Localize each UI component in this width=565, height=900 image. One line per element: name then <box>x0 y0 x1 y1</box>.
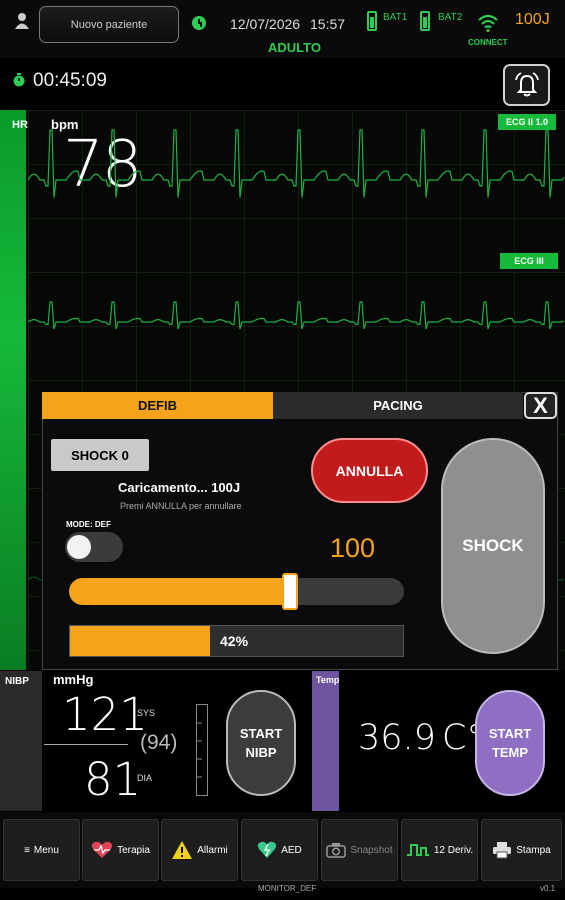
nibp-divider <box>44 744 128 745</box>
energy-slider-fill <box>69 578 291 605</box>
shock-count-badge: SHOCK 0 <box>51 439 149 471</box>
wave-icon <box>406 844 429 856</box>
nibp-unit: mmHg <box>53 672 94 687</box>
camera-icon <box>326 843 347 858</box>
battery-1-icon <box>367 11 377 31</box>
tab-pacing[interactable]: PACING <box>273 392 523 419</box>
snapshot-button[interactable]: Snapshot <box>321 819 398 881</box>
tab-defib[interactable]: DEFIB <box>42 392 273 419</box>
menu-icon: ≡ <box>24 844 30 856</box>
menu-button[interactable]: ≡ Menu <box>3 819 80 881</box>
heart-aed-icon <box>258 841 277 858</box>
12-leads-label: 12 Deriv. <box>433 844 474 856</box>
connect-label[interactable]: CONNECT <box>468 38 508 47</box>
ecg-trace-lead-2 <box>28 301 565 330</box>
new-patient-button[interactable]: Nuovo paziente <box>39 6 179 43</box>
temperature-number: 36.9 <box>358 718 436 758</box>
hr-strip <box>0 110 26 670</box>
warning-icon <box>172 841 193 859</box>
aed-button[interactable]: AED <box>241 819 318 881</box>
mean-pressure-value: (94) <box>140 731 178 754</box>
hr-label: HR <box>12 119 28 131</box>
systolic-label: SYS <box>137 708 156 718</box>
temp-strip <box>312 671 339 811</box>
bell-icon <box>514 72 539 97</box>
mode-toggle-knob[interactable] <box>67 535 91 559</box>
stopwatch-icon <box>13 73 25 87</box>
printer-icon <box>493 842 512 859</box>
battery-2-icon <box>420 11 430 31</box>
energy-value: 100 <box>330 533 376 563</box>
close-panel-button[interactable]: X <box>524 392 557 419</box>
footer-label: MONITOR_DEF <box>258 884 317 893</box>
terapia-button[interactable]: Terapia <box>82 819 159 881</box>
stampa-label: Stampa <box>516 844 551 856</box>
time-display: 15:57 <box>310 16 346 32</box>
snapshot-label: Snapshot <box>350 844 393 856</box>
systolic-value: 121 <box>62 688 148 741</box>
heart-pulse-icon <box>91 841 113 858</box>
temp-label: Temp <box>316 675 340 685</box>
start-temp-button[interactable]: START TEMP <box>475 690 545 796</box>
temperature-value: 36.9 C° <box>358 718 484 758</box>
ecg-trace-lead-1 <box>28 129 565 198</box>
date-display: 12/07/2026 <box>230 16 301 32</box>
user-icon <box>15 13 29 29</box>
diastolic-label: DIA <box>137 773 153 783</box>
stampa-button[interactable]: Stampa <box>481 819 562 881</box>
nibp-gauge <box>196 704 208 796</box>
charge-progress-fill <box>70 626 210 656</box>
nibp-strip <box>0 671 42 811</box>
diastolic-value: 81 <box>84 753 142 806</box>
patient-mode: ADULTO <box>268 40 321 55</box>
nibp-label: NIBP <box>5 676 29 687</box>
shock-button[interactable]: SHOCK <box>441 438 545 654</box>
cancel-charge-button[interactable]: ANNULLA <box>311 438 428 503</box>
aed-label: AED <box>281 844 302 856</box>
start-nibp-button[interactable]: START NIBP <box>226 690 296 796</box>
energy-slider-thumb[interactable] <box>282 573 299 610</box>
energy-slider[interactable] <box>69 578 404 605</box>
12-leads-button[interactable]: 12 Deriv. <box>401 819 478 881</box>
charge-progress-text: 42% <box>220 633 249 649</box>
charging-hint: Premi ANNULLA per annullare <box>120 501 242 511</box>
allarmi-label: Allarmi <box>197 844 228 856</box>
clock-icon <box>192 16 206 30</box>
mode-label: MODE: DEF <box>66 520 111 529</box>
elapsed-timer: 00:45:09 <box>33 70 107 91</box>
energy-indicator: 100J <box>515 11 550 28</box>
charging-status: Caricamento... 100J <box>118 480 241 495</box>
wifi-icon <box>478 14 498 32</box>
version-label: v0.1 <box>540 884 556 893</box>
battery-1-label: BAT1 <box>383 12 408 23</box>
allarmi-button[interactable]: Allarmi <box>161 819 238 881</box>
menu-button-label: Menu <box>33 844 59 856</box>
alarm-button[interactable] <box>503 64 550 106</box>
battery-2-label: BAT2 <box>438 12 463 23</box>
terapia-label: Terapia <box>117 844 150 856</box>
